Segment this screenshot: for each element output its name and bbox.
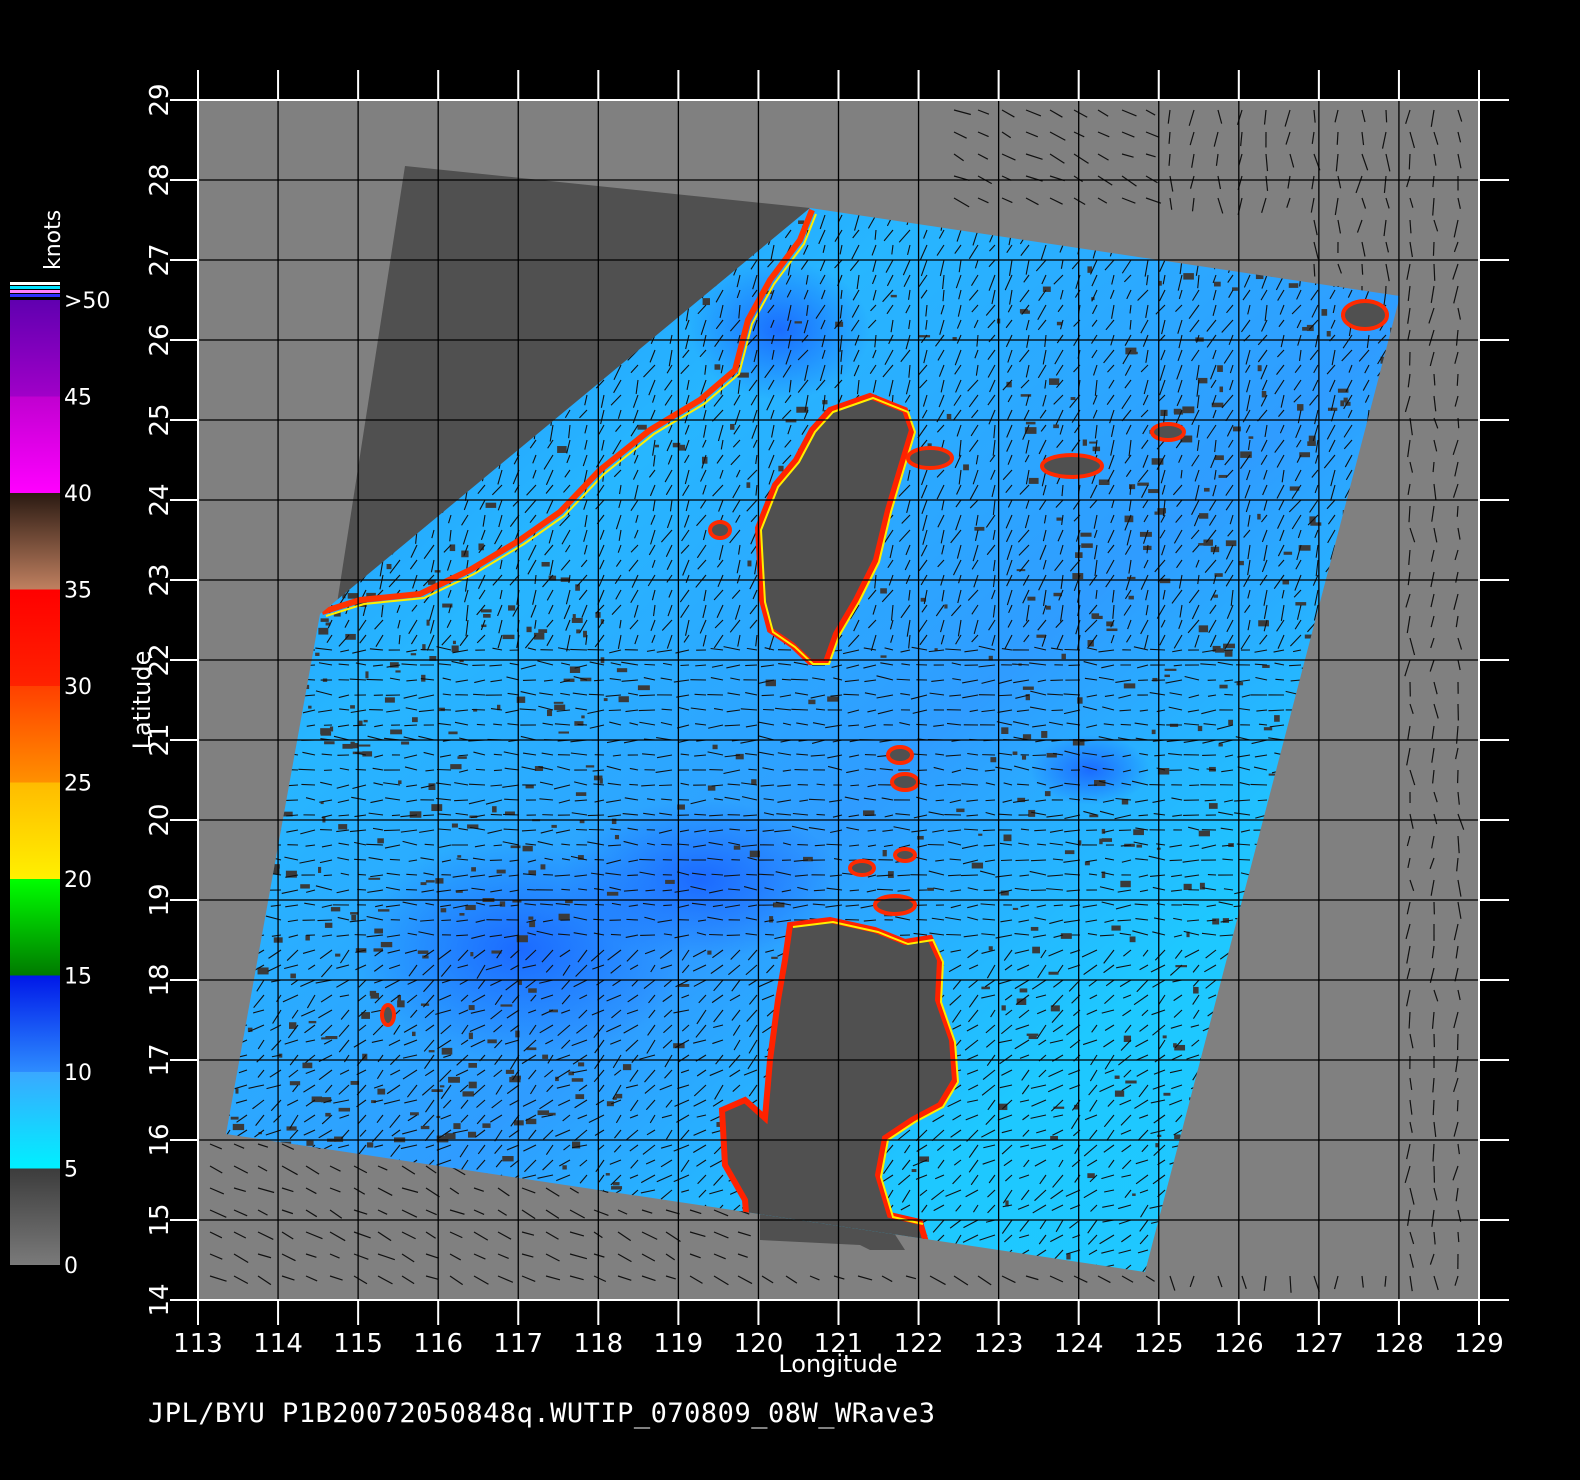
lat-tick-label: 18 — [145, 963, 175, 996]
colorbar-label: 35 — [64, 579, 92, 604]
lat-tick-label: 27 — [145, 243, 175, 276]
colorbar-band — [10, 493, 60, 590]
lon-tick-label: 120 — [734, 1329, 784, 1359]
lat-tick-label: 19 — [145, 883, 175, 916]
colorbar-band — [10, 1168, 60, 1265]
lat-tick-label: 28 — [145, 163, 175, 196]
y-axis-title: Latitude — [128, 651, 156, 750]
colorbar-band — [10, 879, 60, 976]
wind-map: 113 114 115 116 117 118 119 120 121 122 123 124 125 1… — [10, 70, 1509, 1378]
colorbar-unit: knots — [41, 210, 66, 270]
lat-tick-label: 17 — [145, 1043, 175, 1076]
colorbar-label: 5 — [64, 1158, 78, 1183]
lon-tick-label: 123 — [974, 1329, 1024, 1359]
colorbar-top-marker — [10, 290, 60, 293]
colorbar-label: 10 — [64, 1061, 92, 1086]
lat-tick-label: 20 — [145, 803, 175, 836]
colorbar-band — [10, 686, 60, 783]
lat-tick-label: 15 — [145, 1203, 175, 1236]
lon-tick-label: 116 — [413, 1329, 463, 1359]
lat-tick-label: 23 — [145, 563, 175, 596]
colorbar-label: 40 — [64, 482, 92, 507]
lon-tick-label: 114 — [253, 1329, 303, 1359]
lon-tick-label: 122 — [894, 1329, 944, 1359]
lon-tick-label: 115 — [333, 1329, 383, 1359]
colorbar-label: 20 — [64, 868, 92, 893]
lon-tick-label: 113 — [173, 1329, 223, 1359]
lat-tick-label: 14 — [145, 1283, 175, 1316]
colorbar: 0 5 10 15 20 25 30 35 40 45 >50 — [10, 282, 110, 1279]
colorbar-band — [10, 1072, 60, 1169]
colorbar-top-marker — [10, 282, 60, 285]
lon-tick-label: 126 — [1214, 1329, 1264, 1359]
lon-tick-label: 117 — [493, 1329, 543, 1359]
colorbar-top-marker — [10, 294, 60, 297]
lon-tick-label: 125 — [1134, 1329, 1184, 1359]
colorbar-band — [10, 782, 60, 879]
colorbar-label: 25 — [64, 772, 92, 797]
colorbar-label: 15 — [64, 965, 92, 990]
lat-tick-label: 24 — [145, 483, 175, 516]
lat-tick-label: 25 — [145, 403, 175, 436]
lat-tick-label: 26 — [145, 323, 175, 356]
lon-tick-label: 127 — [1294, 1329, 1344, 1359]
colorbar-top-marker — [10, 286, 60, 289]
lat-tick-label: 29 — [145, 83, 175, 116]
lon-tick-label: 129 — [1454, 1329, 1504, 1359]
colorbar-label: 45 — [64, 386, 92, 411]
colorbar-band — [10, 975, 60, 1072]
lon-tick-label: 128 — [1374, 1329, 1424, 1359]
colorbar-label: >50 — [64, 289, 110, 314]
lon-tick-label: 124 — [1054, 1329, 1104, 1359]
colorbar-band — [10, 589, 60, 686]
x-axis-title: Longitude — [778, 1350, 897, 1378]
colorbar-band — [10, 396, 60, 493]
colorbar-band — [10, 300, 60, 397]
colorbar-label: 0 — [64, 1254, 78, 1279]
footer-caption: JPL/BYU P1B20072050848q.WUTIP_070809_08W… — [148, 1398, 936, 1429]
lon-tick-label: 119 — [654, 1329, 704, 1359]
colorbar-label: 30 — [64, 675, 92, 700]
lon-tick-label: 118 — [573, 1329, 623, 1359]
lat-tick-label: 16 — [145, 1123, 175, 1156]
